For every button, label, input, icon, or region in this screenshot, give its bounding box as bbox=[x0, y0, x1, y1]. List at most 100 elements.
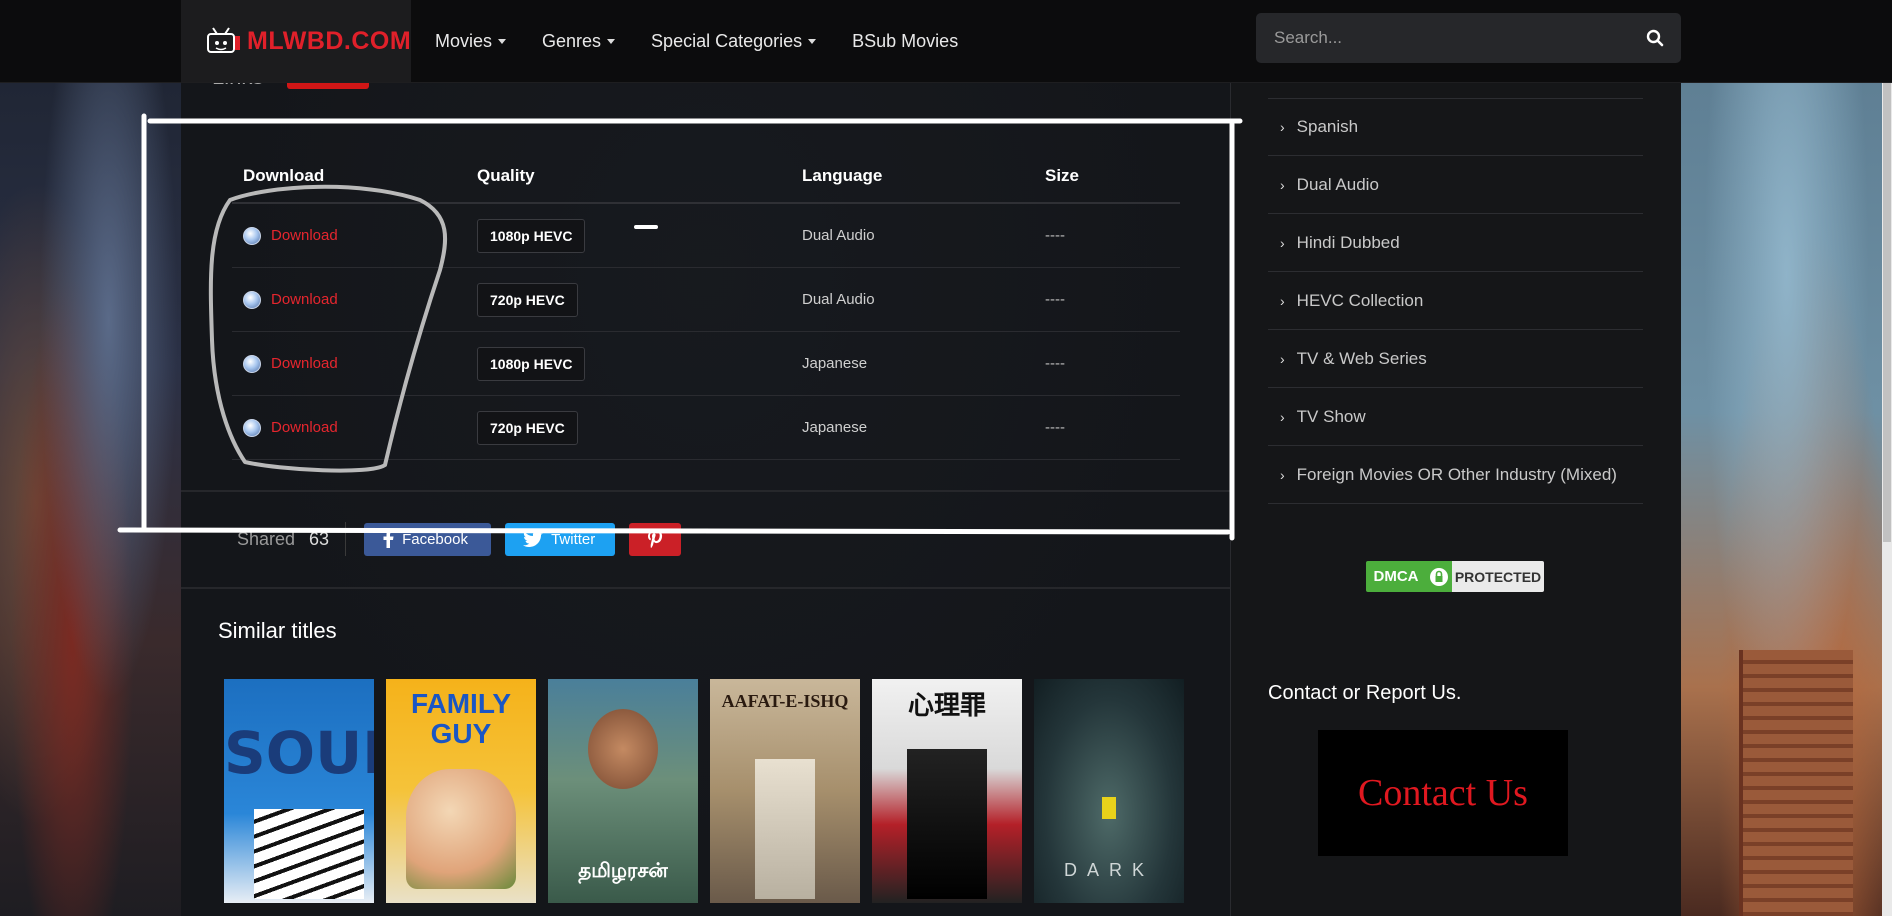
poster-title: தமிழரசன் bbox=[578, 860, 668, 882]
nav-item-label: Movies bbox=[435, 30, 493, 51]
poster-art bbox=[1102, 797, 1116, 819]
section-divider bbox=[181, 490, 1230, 492]
download-link[interactable]: Download bbox=[271, 355, 338, 372]
sidebar-item-spanish[interactable]: › Spanish bbox=[1268, 98, 1643, 156]
lock-icon bbox=[1426, 561, 1452, 592]
size-cell: ---- bbox=[1045, 227, 1065, 244]
scrollbar-thumb[interactable] bbox=[1883, 22, 1891, 542]
nav-item-bsub-movies[interactable]: BSub Movies bbox=[852, 31, 958, 52]
poster-aafat-e-ishq[interactable]: AAFAT-E-ISHQ bbox=[710, 679, 860, 903]
pinterest-share-button[interactable] bbox=[629, 522, 682, 556]
section-divider bbox=[181, 587, 1230, 589]
search-icon bbox=[1646, 29, 1664, 47]
download-link[interactable]: Download bbox=[271, 419, 338, 436]
similar-titles-heading: Similar titles bbox=[218, 618, 337, 643]
poster-art bbox=[907, 749, 987, 899]
sidebar-item-tv-web-series[interactable]: › TV & Web Series bbox=[1268, 330, 1643, 388]
column-header-size: Size bbox=[1045, 166, 1080, 185]
poster-guilty-of-mind[interactable]: 心理罪 bbox=[872, 679, 1022, 903]
twitter-icon bbox=[523, 531, 544, 547]
twitter-share-button[interactable]: Twitter bbox=[505, 522, 616, 556]
poster-title: AAFAT-E-ISHQ bbox=[721, 691, 849, 711]
poster-title: 心理罪 bbox=[907, 691, 986, 721]
search-button[interactable] bbox=[1629, 13, 1681, 63]
background-art-right bbox=[1681, 0, 1892, 916]
globe-icon bbox=[243, 290, 261, 309]
contact-us-label: Contact Us bbox=[1358, 772, 1528, 814]
language-cell: Japanese bbox=[802, 355, 868, 372]
contact-us-button[interactable]: Contact Us bbox=[1318, 730, 1568, 856]
globe-icon bbox=[243, 354, 261, 373]
twitter-label: Twitter bbox=[551, 530, 596, 548]
sidebar-item-dual-audio[interactable]: › Dual Audio bbox=[1268, 156, 1643, 214]
sidebar-item-hevc-collection[interactable]: › HEVC Collection bbox=[1268, 272, 1643, 330]
share-bar: Shared 63 Facebook Twitter bbox=[237, 522, 682, 556]
sidebar-item-label: TV & Web Series bbox=[1296, 348, 1427, 368]
page-scrollbar[interactable] bbox=[1882, 0, 1892, 916]
column-header-quality: Quality bbox=[477, 166, 535, 185]
sidebar-item-label: TV Show bbox=[1296, 406, 1366, 426]
download-table: Download Quality Language Size Download … bbox=[232, 150, 1180, 460]
shared-label: Shared bbox=[237, 528, 296, 549]
sidebar-item-label: Hindi Dubbed bbox=[1296, 232, 1400, 252]
quality-badge: 1080p HEVC bbox=[477, 346, 586, 381]
category-list: › Spanish › Dual Audio › Hindi Dubbed › HEVC… bbox=[1268, 98, 1643, 504]
poster-dark[interactable]: DARK bbox=[1034, 679, 1184, 903]
poster-soul[interactable]: SOUL bbox=[224, 679, 374, 903]
dmca-badge[interactable]: DMCA PROTECTED bbox=[1366, 561, 1544, 592]
download-link[interactable]: Download bbox=[271, 291, 338, 308]
sidebar-item-hindi-dubbed[interactable]: › Hindi Dubbed bbox=[1268, 214, 1643, 272]
nav-item-label: Genres bbox=[542, 30, 602, 51]
search-input[interactable] bbox=[1256, 27, 1629, 49]
top-navbar: MLWBD.COM Movies Genres Special Categori… bbox=[0, 0, 1892, 83]
caret-down-icon bbox=[607, 38, 616, 44]
site-logo[interactable]: MLWBD.COM bbox=[181, 0, 411, 82]
chevron-right-icon: › bbox=[1280, 350, 1285, 367]
quality-badge: 720p HEVC bbox=[477, 410, 578, 445]
table-row: Download 720p HEVC Dual Audio ---- bbox=[232, 268, 1180, 332]
download-link[interactable]: Download bbox=[271, 227, 338, 244]
download-cell: Download bbox=[232, 354, 477, 373]
nav-item-genres[interactable]: Genres bbox=[542, 30, 616, 52]
table-row: Download 1080p HEVC Japanese ---- bbox=[232, 332, 1180, 396]
column-header-language: Language bbox=[802, 166, 883, 185]
sidebar-item-foreign-movies[interactable]: › Foreign Movies OR Other Industry (Mixed… bbox=[1268, 446, 1643, 504]
download-cell: Download bbox=[232, 418, 477, 437]
facebook-share-button[interactable]: Facebook bbox=[364, 522, 492, 556]
sidebar-item-label: Dual Audio bbox=[1296, 174, 1379, 194]
poster-family-guy[interactable]: FAMILY GUY bbox=[386, 679, 536, 903]
poster-title: SOUL bbox=[224, 719, 374, 787]
facebook-label: Facebook bbox=[402, 530, 468, 548]
download-cell: Download bbox=[232, 290, 477, 309]
chevron-right-icon: › bbox=[1280, 292, 1285, 309]
table-header-row: Download Quality Language Size bbox=[232, 150, 1180, 204]
nav-item-special-categories[interactable]: Special Categories bbox=[651, 31, 817, 52]
globe-icon bbox=[243, 226, 261, 245]
sidebar-item-tv-show[interactable]: › TV Show bbox=[1268, 388, 1643, 446]
chevron-right-icon: › bbox=[1280, 408, 1285, 425]
download-cell: Download bbox=[232, 226, 477, 245]
sidebar-item-label: HEVC Collection bbox=[1296, 290, 1424, 310]
nav-item-label: BSub Movies bbox=[852, 30, 959, 51]
facebook-icon bbox=[383, 530, 395, 548]
chevron-right-icon: › bbox=[1280, 176, 1285, 193]
language-cell: Japanese bbox=[802, 419, 868, 436]
chevron-right-icon: › bbox=[1280, 119, 1285, 135]
table-row: Download 1080p HEVC Dual Audio ---- bbox=[232, 204, 1180, 268]
poster-art bbox=[588, 709, 658, 789]
chevron-right-icon: › bbox=[1280, 466, 1285, 483]
shared-count: 63 bbox=[309, 522, 347, 556]
globe-icon bbox=[243, 418, 261, 437]
background-building bbox=[1739, 650, 1853, 916]
poster-tamilarasan[interactable]: தமிழரசன் bbox=[548, 679, 698, 903]
size-cell: ---- bbox=[1045, 419, 1065, 436]
nav-item-movies[interactable]: Movies bbox=[435, 30, 507, 52]
poster-art bbox=[406, 769, 516, 889]
protected-label: PROTECTED bbox=[1452, 561, 1544, 592]
chevron-right-icon: › bbox=[1280, 234, 1285, 251]
dmca-label: DMCA bbox=[1366, 561, 1426, 592]
language-cell: Dual Audio bbox=[802, 227, 875, 244]
caret-down-icon bbox=[498, 38, 507, 44]
size-cell: ---- bbox=[1045, 291, 1065, 308]
contact-heading: Contact or Report Us. bbox=[1268, 682, 1462, 704]
